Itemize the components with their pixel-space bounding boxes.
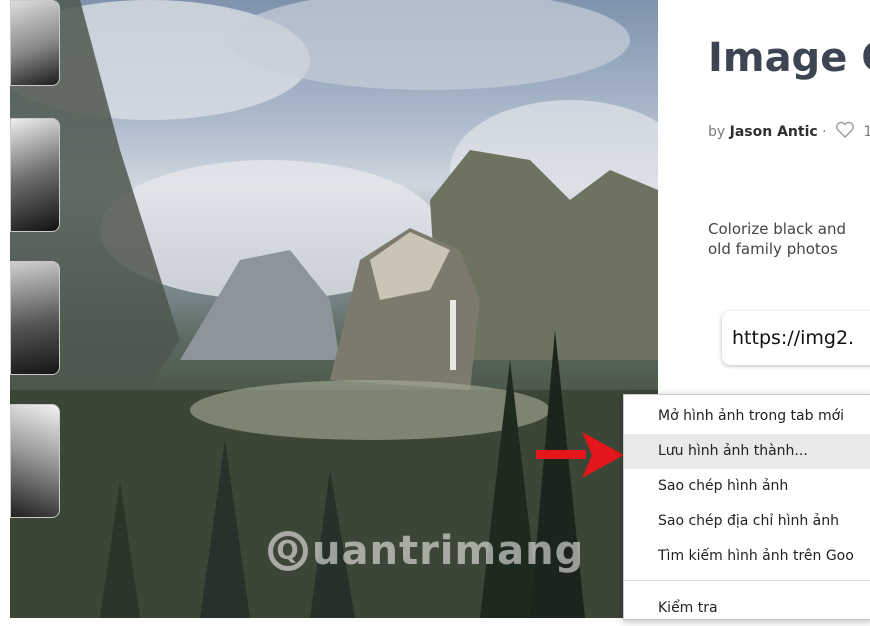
menu-item-inspect[interactable]: Kiểm tra <box>624 591 870 626</box>
author-link[interactable]: Jason Antic <box>730 124 818 140</box>
description: Colorize black and old family photos <box>708 219 846 259</box>
watermark-logo: Q uantrimang <box>268 528 584 574</box>
red-arrow-icon <box>536 432 624 478</box>
main-photo[interactable] <box>10 0 658 618</box>
landscape-illustration <box>10 0 658 618</box>
image-url-value: https://img2. <box>732 327 855 349</box>
description-line: old family photos <box>708 240 838 258</box>
thumbnail-4[interactable] <box>10 404 60 518</box>
context-menu: Mở hình ảnh trong tab mới Lưu hình ảnh t… <box>623 394 870 620</box>
byline: by Jason Antic · 1 <box>708 121 870 143</box>
thumbnail-1[interactable] <box>10 0 60 86</box>
menu-item-open-image-new-tab[interactable]: Mở hình ảnh trong tab mới <box>624 399 870 434</box>
thumbnail-3[interactable] <box>10 261 60 375</box>
watermark-text: uantrimang <box>312 528 585 574</box>
menu-item-copy-image[interactable]: Sao chép hình ảnh <box>624 469 870 504</box>
thumbnail-2[interactable] <box>10 118 60 232</box>
byline-separator: · <box>822 124 827 140</box>
page-title: Image C <box>708 35 870 81</box>
byline-prefix: by <box>708 124 726 140</box>
menu-item-save-image-as[interactable]: Lưu hình ảnh thành... <box>624 434 870 469</box>
description-line: Colorize black and <box>708 220 847 238</box>
watermark-circle: Q <box>268 531 308 571</box>
menu-item-copy-image-address[interactable]: Sao chép địa chỉ hình ảnh <box>624 504 870 539</box>
heart-count: 1 <box>863 124 870 140</box>
image-url-input[interactable]: https://img2. <box>722 311 870 365</box>
menu-item-search-image-google[interactable]: Tìm kiếm hình ảnh trên Goo <box>624 539 870 574</box>
heart-icon[interactable] <box>835 121 855 143</box>
menu-separator <box>624 580 870 581</box>
